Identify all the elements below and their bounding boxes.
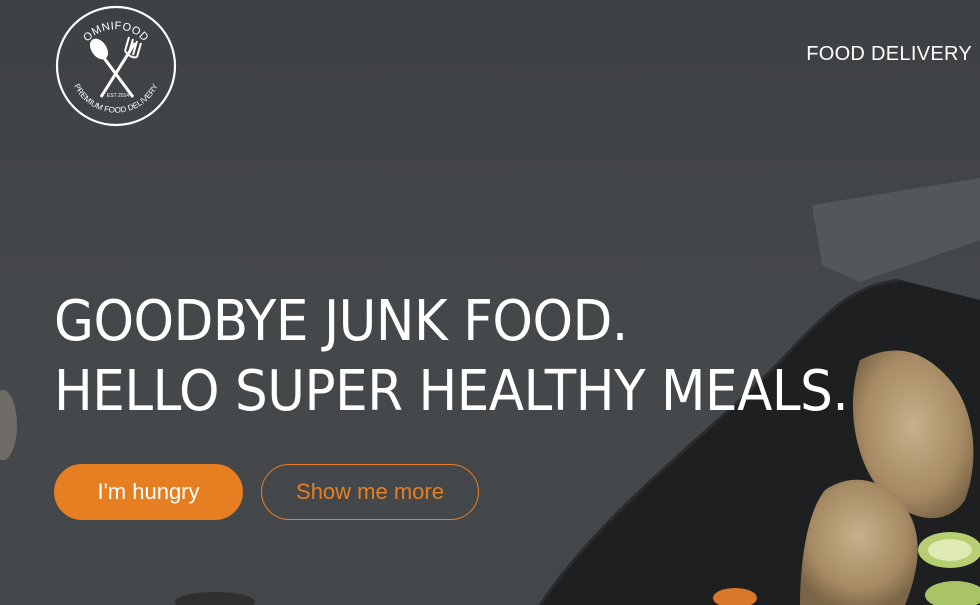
hero-headline: GOODBYE JUNK FOOD. HELLO SUPER HEALTHY M… [54,287,849,427]
headline-line-1: GOODBYE JUNK FOOD. [54,289,628,354]
im-hungry-button[interactable]: I'm hungry [54,464,243,520]
omnifood-logo[interactable]: OMNIFOOD PREMIUM FOOD DELIVERY EST 2014 [55,5,177,127]
nav-link-food-delivery[interactable]: FOOD DELIVERY [806,43,972,66]
svg-text:EST 2014: EST 2014 [107,93,129,99]
headline-line-2: HELLO SUPER HEALTHY MEALS. [54,359,849,424]
fork-icon [99,36,142,98]
hero-section: OMNIFOOD PREMIUM FOOD DELIVERY EST 2014 … [0,0,980,605]
show-me-more-button[interactable]: Show me more [261,464,479,520]
